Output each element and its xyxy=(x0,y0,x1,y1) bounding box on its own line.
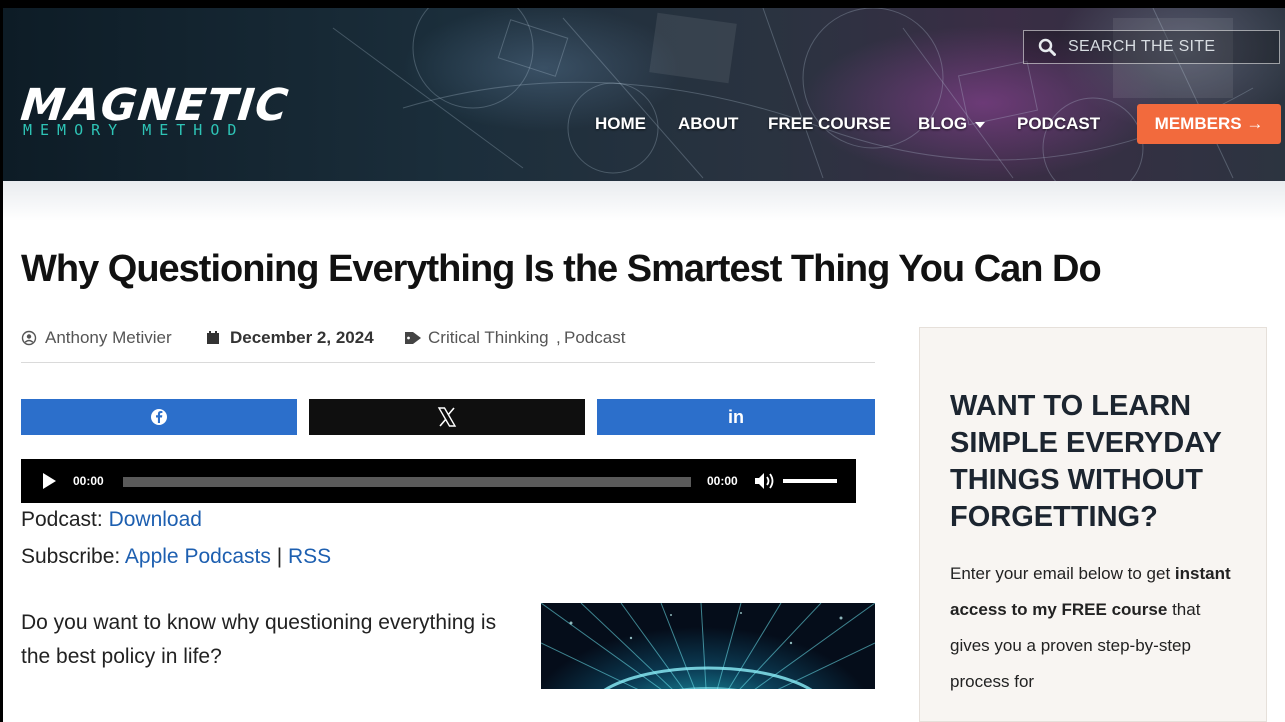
article-title: Why Questioning Everything Is the Smarte… xyxy=(21,248,1102,290)
share-x-button[interactable] xyxy=(309,399,585,435)
category-separator: , xyxy=(556,328,561,347)
logo-wordmark: MAGNETIC xyxy=(18,80,292,131)
chevron-down-icon xyxy=(975,121,986,128)
facebook-icon xyxy=(21,399,297,435)
meta-divider xyxy=(21,362,875,363)
volume-slider[interactable] xyxy=(783,479,837,483)
share-linkedin-button[interactable]: in xyxy=(597,399,875,435)
calendar-icon xyxy=(206,326,220,357)
linkedin-icon: in xyxy=(728,407,744,427)
x-logo-icon xyxy=(309,399,585,435)
audio-progress-bar[interactable] xyxy=(123,477,691,487)
signup-sidebar: WANT TO LEARN SIMPLE EVERYDAY THINGS WIT… xyxy=(919,327,1267,722)
header-shadow xyxy=(3,181,1285,221)
link-separator: | xyxy=(276,545,283,568)
play-icon[interactable] xyxy=(43,473,56,489)
site-header: MAGNETIC MEMORY METHOD SEARCH THE SITE H… xyxy=(3,8,1285,181)
user-icon xyxy=(21,326,37,357)
article-intro: Do you want to know why questioning ever… xyxy=(21,611,497,668)
nav-about[interactable]: ABOUT xyxy=(678,104,738,144)
subscribe-label: Subscribe: xyxy=(21,545,121,568)
category-podcast[interactable]: Podcast xyxy=(564,326,625,350)
tags-icon xyxy=(404,326,424,357)
sidebar-text: Enter your email below to get instant ac… xyxy=(950,556,1240,700)
search-input[interactable]: SEARCH THE SITE xyxy=(1068,31,1215,63)
post-date: December 2, 2024 xyxy=(230,328,374,347)
nav-blog[interactable]: BLOG xyxy=(918,104,986,144)
subscribe-line: Subscribe: Apple Podcasts | RSS xyxy=(21,545,331,569)
share-facebook-button[interactable] xyxy=(21,399,297,435)
duration-time: 00:00 xyxy=(707,474,738,488)
category-critical-thinking[interactable]: Critical Thinking xyxy=(428,326,549,350)
podcast-label: Podcast: xyxy=(21,508,103,531)
article-image xyxy=(541,603,875,689)
volume-icon[interactable] xyxy=(753,471,777,496)
rss-link[interactable]: RSS xyxy=(288,545,331,568)
nav-podcast[interactable]: PODCAST xyxy=(1017,104,1100,144)
sidebar-heading: WANT TO LEARN SIMPLE EVERYDAY THINGS WIT… xyxy=(950,390,1222,533)
download-link[interactable]: Download xyxy=(109,508,202,531)
current-time: 00:00 xyxy=(73,474,104,488)
search-box[interactable]: SEARCH THE SITE xyxy=(1023,30,1280,64)
search-icon xyxy=(1038,38,1056,61)
members-label: MEMBERS xyxy=(1154,114,1242,133)
apple-podcasts-link[interactable]: Apple Podcasts xyxy=(125,545,271,568)
podcast-download-line: Podcast: Download xyxy=(21,508,202,532)
nav-blog-label: BLOG xyxy=(918,114,968,133)
audio-player: 00:00 00:00 xyxy=(21,459,856,503)
sidebar-text-start: Enter your email below to get xyxy=(950,564,1171,583)
nav-home[interactable]: HOME xyxy=(595,104,646,144)
site-logo[interactable]: MAGNETIC MEMORY METHOD xyxy=(18,80,292,138)
author-link[interactable]: Anthony Metivier xyxy=(45,326,172,350)
members-button[interactable]: MEMBERS → xyxy=(1137,104,1281,144)
arrow-right-icon: → xyxy=(1246,114,1264,133)
nav-free-course[interactable]: FREE COURSE xyxy=(768,104,891,144)
